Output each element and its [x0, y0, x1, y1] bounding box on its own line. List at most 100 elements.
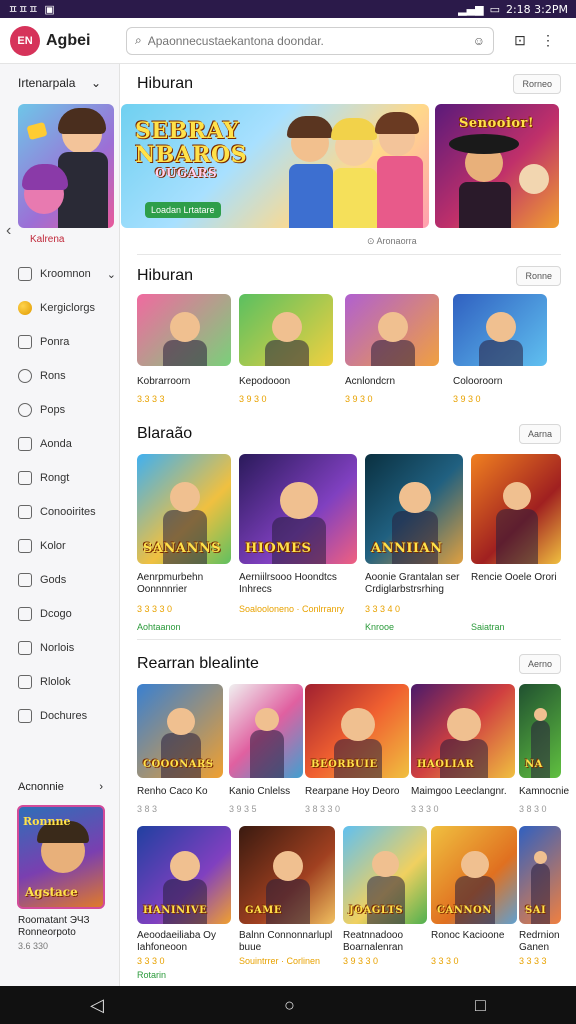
- card-title: Rencie Ooele Orori: [471, 572, 557, 583]
- game-thumbnail[interactable]: [229, 684, 303, 778]
- sidebar-recommend-header[interactable]: Acnonnie ›: [0, 781, 119, 793]
- game-thumbnail[interactable]: CANNON: [431, 826, 517, 924]
- sidebar-item-label: Dcogo: [40, 608, 72, 620]
- sidebar-feature-art[interactable]: [18, 104, 114, 228]
- status-time: 2:18 3:2PM: [505, 2, 568, 16]
- game-thumbnail[interactable]: JOAGLTS: [343, 826, 427, 924]
- voice-search-icon[interactable]: ☺: [473, 34, 485, 48]
- game-thumbnail[interactable]: [239, 294, 333, 366]
- game-thumbnail[interactable]: HIOMES: [239, 454, 357, 564]
- side-banner[interactable]: Senooior!: [435, 104, 559, 228]
- character-figure: [167, 707, 195, 736]
- sidebar-recommend-card[interactable]: Ronnne Agstace: [17, 805, 105, 909]
- sidebar-item[interactable]: Rongt: [0, 461, 119, 495]
- game-thumbnail[interactable]: HANINIVE: [137, 826, 231, 924]
- sidebar-item-label: Norlois: [40, 642, 75, 654]
- main-content: Hiburan Rorneo SEBRAY NBAROS OUGARS Load…: [121, 64, 576, 986]
- tag-icon: [18, 607, 32, 621]
- game-thumbnail[interactable]: SAI: [519, 826, 561, 924]
- chevron-down-icon: ⌄: [106, 268, 116, 281]
- game-thumbnail[interactable]: BEORBUIE: [305, 684, 409, 778]
- thumbnail-title-art: CANNON: [437, 905, 492, 916]
- card-title: Aeoodaeiliaba Oy Iahfoneoon: [137, 930, 216, 953]
- recents-icon[interactable]: □: [475, 995, 486, 1016]
- system-nav-bar: ◁ ○ □: [0, 986, 576, 1024]
- calendar-icon: [18, 573, 32, 587]
- sidebar-item[interactable]: Norlois: [0, 631, 119, 665]
- card-meta: 3 8 3: [137, 804, 158, 814]
- card-title: Maimgoo Leeclangnr.: [411, 786, 507, 797]
- character-body: [496, 508, 538, 564]
- sidebar-item[interactable]: Aonda: [0, 427, 119, 461]
- character-figure: [169, 481, 200, 512]
- app-logo[interactable]: EN: [10, 25, 40, 56]
- game-thumbnail[interactable]: ANNIIAN: [365, 454, 463, 564]
- section-more-button[interactable]: Aerno: [518, 654, 561, 674]
- game-thumbnail[interactable]: [345, 294, 439, 366]
- sidebar-item[interactable]: Kolor: [0, 529, 119, 563]
- card-rating: 3 9 3 3 0: [343, 956, 379, 966]
- chevron-left-icon[interactable]: ‹: [6, 222, 11, 240]
- section-more-button[interactable]: Aarna: [518, 424, 561, 444]
- character-figure: [341, 707, 375, 741]
- section-more-button[interactable]: Ronne: [516, 266, 561, 286]
- sidebar-item[interactable]: Kergiclorgs: [0, 291, 119, 325]
- doc-icon: [18, 437, 32, 451]
- character-figure: [372, 850, 400, 878]
- card-meta: 3 9 3 5: [229, 804, 257, 814]
- sidebar-item[interactable]: Ponra: [0, 325, 119, 359]
- hero-title-line1: SEBRAY: [135, 118, 240, 144]
- chevron-down-icon: ⌄: [90, 76, 101, 90]
- sidebar-item[interactable]: Gods: [0, 563, 119, 597]
- sidebar-feature-caption: Kalrena: [30, 234, 65, 245]
- game-thumbnail[interactable]: GAME: [239, 826, 335, 924]
- section-more-button[interactable]: Rorneo: [513, 74, 561, 94]
- more-menu-icon[interactable]: ⋮: [534, 27, 562, 55]
- card-title: Renho Caco Ko: [137, 786, 208, 797]
- back-icon[interactable]: ◁: [90, 995, 104, 1016]
- hero-cta-button[interactable]: Loadan Lrtatare: [145, 202, 221, 218]
- game-thumbnail[interactable]: HAOLIAR: [411, 684, 515, 778]
- sidebar-item-label: Gods: [40, 574, 67, 586]
- card-rating: Soalooloneno · Conlrranry: [239, 604, 345, 614]
- thumbnail-title-art: SAI: [525, 905, 547, 916]
- thumbnail-title-art: NA: [525, 759, 543, 770]
- divider: [137, 254, 561, 255]
- user-icon: [18, 267, 32, 281]
- sidebar-item[interactable]: Dochures: [0, 699, 119, 733]
- hero-banner[interactable]: SEBRAY NBAROS OUGARS Loadan Lrtatare: [121, 104, 429, 228]
- sidebar-item-label: Ponra: [40, 336, 70, 348]
- game-thumbnail[interactable]: COOONARS: [137, 684, 223, 778]
- sidebar-item[interactable]: Rons: [0, 359, 119, 393]
- grid-icon: [18, 335, 32, 349]
- sidebar-item[interactable]: Rlolok: [0, 665, 119, 699]
- sidebar-header[interactable]: Irtenarpala ⌄: [0, 64, 119, 98]
- sidebar-item-label: Kergiclorgs: [40, 302, 96, 314]
- search-bar[interactable]: ⌕ ☺: [126, 26, 494, 55]
- game-thumbnail[interactable]: [471, 454, 561, 564]
- card-title: Aerniilrsooo Hoondtcs Inhrecs: [239, 572, 337, 595]
- character-body: [479, 340, 523, 366]
- hero-caption-text: Aronaorra: [376, 236, 417, 246]
- top-app-bar: EN Agbei ⌕ ☺ ⊡ ⋮: [0, 18, 576, 64]
- game-thumbnail[interactable]: NA: [519, 684, 561, 778]
- hero-title-line3: OUGARS: [155, 166, 218, 180]
- cast-icon[interactable]: ⊡: [506, 27, 534, 55]
- sidebar-item[interactable]: Kroomnon ⌄: [0, 257, 119, 291]
- search-input[interactable]: [147, 33, 473, 48]
- character-figure: [254, 707, 279, 732]
- character-figure: [271, 312, 302, 343]
- card-title: Balnn Connonnarlupl buue: [239, 930, 333, 953]
- game-thumbnail[interactable]: [453, 294, 547, 366]
- home-icon[interactable]: ○: [284, 995, 295, 1016]
- chat-icon: [18, 369, 32, 383]
- thumbnail-title-art: HAOLIAR: [417, 759, 475, 770]
- ball-icon: [18, 301, 32, 315]
- sidebar-item[interactable]: Pops: [0, 393, 119, 427]
- search-icon: ⌕: [135, 33, 142, 47]
- character-figure: [502, 481, 532, 511]
- sidebar-item[interactable]: Conooirites: [0, 495, 119, 529]
- game-thumbnail[interactable]: [137, 294, 231, 366]
- game-thumbnail[interactable]: SANANNS: [137, 454, 231, 564]
- sidebar-item[interactable]: Dcogo: [0, 597, 119, 631]
